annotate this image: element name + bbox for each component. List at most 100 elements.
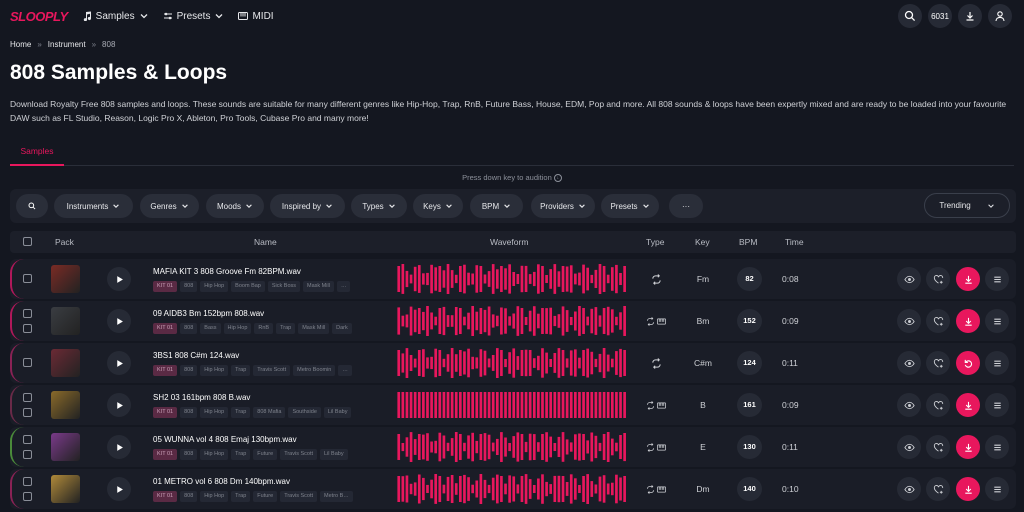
sample-name[interactable]: MAFIA KIT 3 808 Groove Fm 82BPM.wav: [153, 267, 301, 276]
sample-name[interactable]: 09 AIDB3 Bm 152bpm 808.wav: [153, 309, 264, 318]
filter-8-button[interactable]: Presets: [601, 194, 659, 218]
tag[interactable]: KIT 01: [153, 365, 178, 376]
tag[interactable]: Trap: [231, 365, 251, 376]
play-button[interactable]: [107, 393, 131, 417]
table-row[interactable]: MAFIA KIT 3 808 Groove Fm 82BPM.wav KIT 0…: [10, 259, 1016, 299]
download-button[interactable]: [956, 435, 980, 459]
tag[interactable]: Bass: [200, 323, 221, 334]
waveform[interactable]: [397, 390, 627, 420]
breadcrumb-home[interactable]: Home: [10, 40, 31, 49]
row-checkbox-secondary[interactable]: [23, 492, 32, 501]
row-checkbox-secondary[interactable]: [23, 450, 32, 459]
pack-artwork[interactable]: [51, 265, 80, 293]
account-button[interactable]: [988, 4, 1012, 28]
row-checkbox-secondary[interactable]: [23, 324, 32, 333]
nav-midi[interactable]: MIDI: [238, 11, 274, 22]
waveform[interactable]: [397, 432, 627, 462]
sample-name[interactable]: SH2 03 161bpm 808 B.wav: [153, 393, 250, 402]
row-checkbox[interactable]: [23, 274, 32, 283]
similar-button[interactable]: [897, 309, 921, 333]
download-button[interactable]: [956, 309, 980, 333]
filter-2-button[interactable]: Moods: [206, 194, 264, 218]
tag[interactable]: Travis Scott: [253, 365, 291, 376]
downloads-button[interactable]: [958, 4, 982, 28]
sort-select[interactable]: Trending: [924, 193, 1010, 218]
breadcrumb-instrument[interactable]: Instrument: [48, 40, 86, 49]
tag[interactable]: Hip Hop: [200, 449, 229, 460]
tag[interactable]: Mask Mill: [298, 323, 330, 334]
row-checkbox[interactable]: [23, 393, 32, 402]
table-row[interactable]: 01 METRO vol 6 808 Dm 140bpm.wav KIT 01 80…: [10, 469, 1016, 509]
tag[interactable]: KIT 01: [153, 491, 178, 502]
pack-artwork[interactable]: [51, 433, 80, 461]
filter-0-button[interactable]: Instruments: [54, 194, 133, 218]
play-button[interactable]: [107, 435, 131, 459]
play-button[interactable]: [107, 309, 131, 333]
tab-samples[interactable]: Samples: [10, 143, 64, 166]
play-button[interactable]: [107, 477, 131, 501]
tag[interactable]: Travis Scott: [280, 449, 318, 460]
tag[interactable]: Southside: [288, 407, 321, 418]
tag[interactable]: 808: [180, 407, 198, 418]
tag[interactable]: 808 Mafia: [253, 407, 286, 418]
tag[interactable]: 808: [180, 323, 198, 334]
download-button[interactable]: [956, 477, 980, 501]
waveform[interactable]: [397, 264, 627, 294]
tag[interactable]: Travis Scott: [280, 491, 318, 502]
favorite-button[interactable]: [926, 309, 950, 333]
tag[interactable]: Hip Hop: [200, 365, 229, 376]
filter-7-button[interactable]: Providers: [531, 194, 595, 218]
more-menu-button[interactable]: [985, 435, 1009, 459]
more-menu-button[interactable]: [985, 351, 1009, 375]
waveform[interactable]: [397, 348, 627, 378]
tag[interactable]: KIT 01: [153, 323, 178, 334]
sample-name[interactable]: 05 WUNNA vol 4 808 Emaj 130bpm.wav: [153, 435, 297, 444]
more-menu-button[interactable]: [985, 393, 1009, 417]
tag[interactable]: Metro Boomin: [293, 365, 336, 376]
logo[interactable]: SLOOPLY: [10, 9, 68, 24]
similar-button[interactable]: [897, 351, 921, 375]
pack-artwork[interactable]: [51, 349, 80, 377]
pack-artwork[interactable]: [51, 307, 80, 335]
play-button[interactable]: [107, 351, 131, 375]
nav-presets[interactable]: Presets: [163, 11, 225, 22]
credits-badge[interactable]: 6031: [928, 4, 952, 28]
waveform[interactable]: [397, 306, 627, 336]
favorite-button[interactable]: [926, 435, 950, 459]
table-row[interactable]: 05 WUNNA vol 4 808 Emaj 130bpm.wav KIT 01…: [10, 427, 1016, 467]
redownload-button[interactable]: [956, 351, 980, 375]
filter-4-button[interactable]: Types: [351, 194, 407, 218]
select-all-checkbox[interactable]: [23, 237, 32, 246]
tag[interactable]: Sick Boss: [267, 281, 301, 292]
waveform[interactable]: [397, 474, 627, 504]
pack-artwork[interactable]: [51, 391, 80, 419]
sample-name[interactable]: 3BS1 808 C#m 124.wav: [153, 351, 239, 360]
filter-5-button[interactable]: Keys: [413, 194, 463, 218]
tag[interactable]: KIT 01: [153, 449, 178, 460]
tag[interactable]: 808: [180, 449, 198, 460]
tag[interactable]: Mask Mill: [303, 281, 334, 292]
download-button[interactable]: [956, 267, 980, 291]
tag[interactable]: Dark: [332, 323, 352, 334]
tag[interactable]: KIT 01: [153, 407, 178, 418]
tag[interactable]: Hip Hop: [200, 491, 229, 502]
row-checkbox[interactable]: [23, 309, 32, 318]
tag[interactable]: Future: [253, 449, 278, 460]
more-menu-button[interactable]: [985, 477, 1009, 501]
tag[interactable]: Future: [253, 491, 278, 502]
more-menu-button[interactable]: [985, 267, 1009, 291]
tag[interactable]: KIT 01: [153, 281, 178, 292]
similar-button[interactable]: [897, 435, 921, 459]
filter-search-button[interactable]: [16, 194, 48, 218]
nav-samples[interactable]: Samples: [82, 11, 149, 22]
search-button[interactable]: [898, 4, 922, 28]
similar-button[interactable]: [897, 267, 921, 291]
tag[interactable]: Lil Baby: [323, 407, 352, 418]
tag[interactable]: 808: [180, 491, 198, 502]
tag[interactable]: Trap: [231, 449, 251, 460]
tag[interactable]: Trap: [231, 407, 251, 418]
similar-button[interactable]: [897, 477, 921, 501]
tag[interactable]: Trap: [276, 323, 296, 334]
filter-9-button[interactable]: ···: [669, 194, 703, 218]
table-row[interactable]: 09 AIDB3 Bm 152bpm 808.wav KIT 01 808 Bass H…: [10, 301, 1016, 341]
